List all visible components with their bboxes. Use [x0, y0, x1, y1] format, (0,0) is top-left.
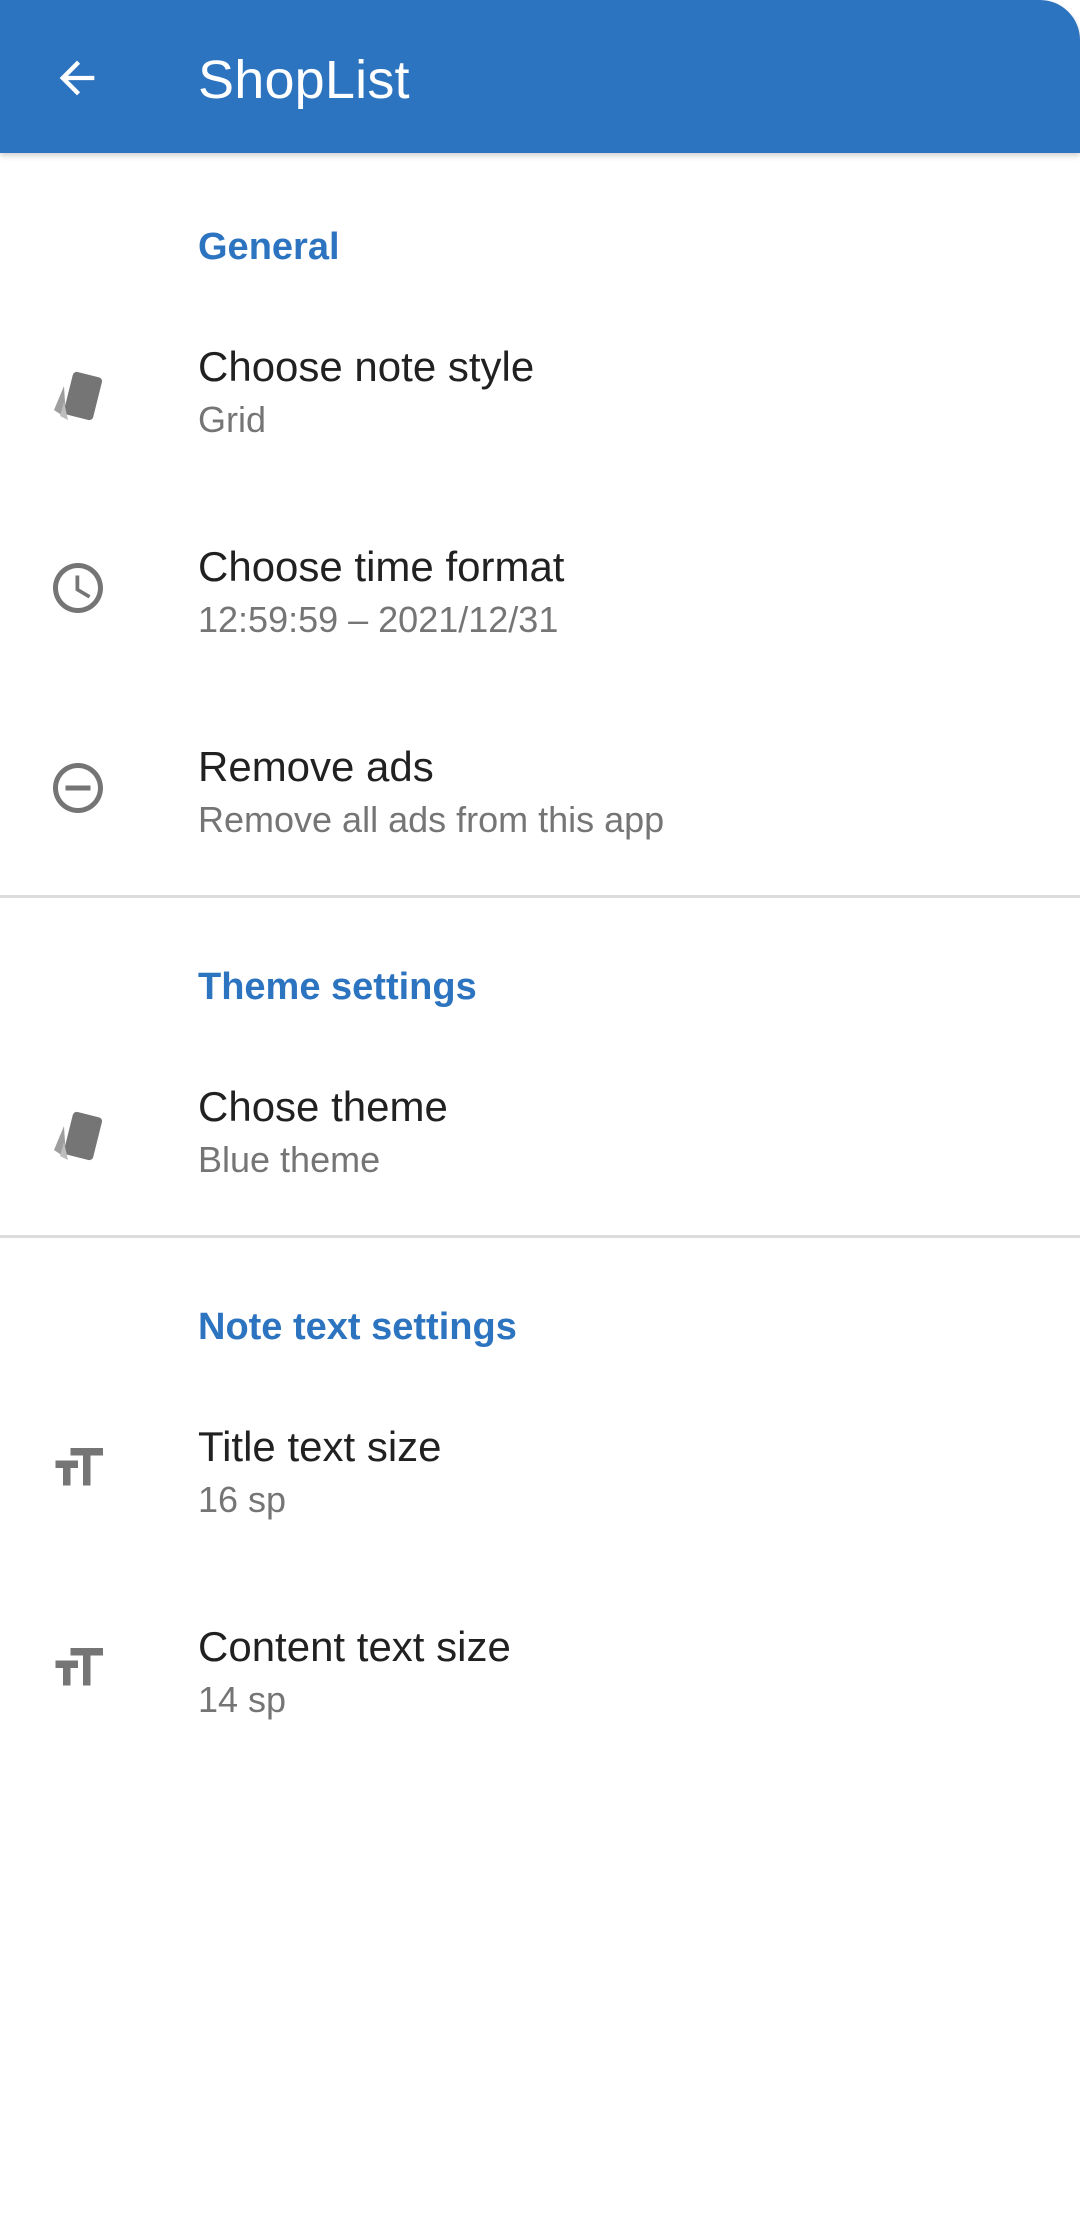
remove-circle-icon	[40, 750, 116, 826]
pref-summary: Grid	[198, 399, 267, 440]
back-button[interactable]	[27, 28, 127, 128]
divider	[0, 1235, 1080, 1238]
category-general: General	[198, 226, 340, 268]
divider	[0, 895, 1080, 898]
pref-title: Chose theme	[198, 1083, 448, 1130]
category-note-text: Note text settings	[198, 1306, 517, 1348]
pref-summary: Remove all ads from this app	[198, 799, 665, 840]
pref-time-format[interactable]: Choose time format 12:59:59 – 2021/12/31	[0, 498, 1080, 698]
pref-title: Choose time format	[198, 543, 565, 590]
pref-title: Title text size	[198, 1423, 442, 1470]
pref-title: Content text size	[198, 1623, 511, 1670]
palette-cards-icon	[40, 360, 116, 436]
text-size-icon	[40, 1630, 116, 1706]
text-size-icon	[40, 1430, 116, 1506]
pref-summary: 12:59:59 – 2021/12/31	[198, 599, 559, 640]
app-title: ShopList	[198, 50, 410, 110]
category-theme: Theme settings	[198, 966, 477, 1008]
clock-icon	[40, 550, 116, 626]
pref-theme[interactable]: Chose theme Blue theme	[0, 1038, 1080, 1238]
pref-note-style[interactable]: Choose note style Grid	[0, 298, 1080, 498]
pref-summary: 14 sp	[198, 1679, 287, 1720]
app-bar: ShopList	[0, 0, 1080, 153]
pref-content-text-size[interactable]: Content text size 14 sp	[0, 1578, 1080, 1778]
pref-summary: 16 sp	[198, 1479, 287, 1520]
pref-remove-ads[interactable]: Remove ads Remove all ads from this app	[0, 698, 1080, 898]
pref-summary: Blue theme	[198, 1139, 381, 1180]
pref-title: Remove ads	[198, 743, 434, 790]
pref-title-text-size[interactable]: Title text size 16 sp	[0, 1378, 1080, 1578]
arrow-back-icon	[59, 60, 95, 96]
pref-title: Choose note style	[198, 343, 535, 390]
palette-cards-icon	[40, 1100, 116, 1176]
